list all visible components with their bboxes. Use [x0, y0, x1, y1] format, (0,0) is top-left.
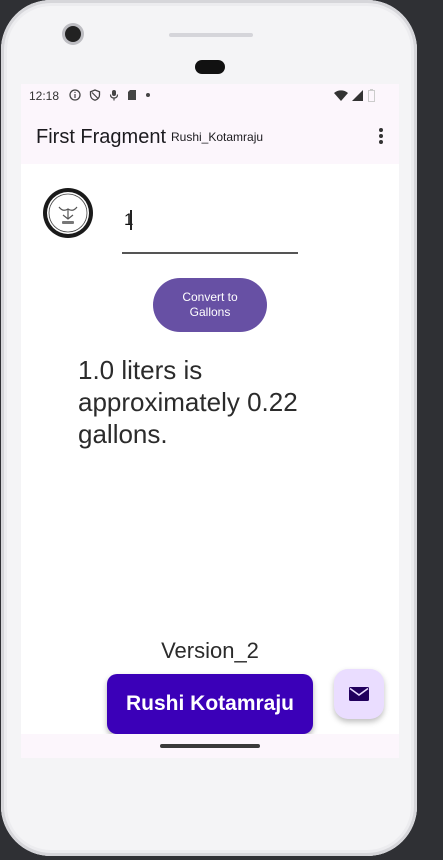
- status-time: 12:18: [29, 89, 60, 103]
- front-camera: [65, 26, 81, 42]
- app-screen: 12:18 First Fragment Rushi_Kotamraju 1 C…: [21, 84, 399, 758]
- conversion-result-text: 1.0 liters is approximately 0.22 gallons…: [78, 355, 298, 449]
- battery-icon: [368, 89, 375, 102]
- convert-to-gallons-button[interactable]: Convert to Gallons: [153, 278, 267, 332]
- more-vert-icon[interactable]: [377, 126, 385, 146]
- sd-card-icon: [128, 90, 136, 100]
- app-bar-title: First Fragment: [36, 126, 167, 148]
- earpiece: [195, 60, 225, 74]
- emblem-logo: [42, 187, 94, 239]
- top-speaker-grille: [169, 33, 253, 37]
- mail-fab-button[interactable]: [334, 669, 384, 719]
- wifi-icon: [334, 89, 348, 101]
- app-bar-subtitle: Rushi_Kotamraju: [171, 130, 264, 144]
- dot-icon: [146, 93, 150, 97]
- version-label: Version_2: [161, 638, 259, 663]
- liters-input-field[interactable]: [122, 202, 298, 254]
- signal-icon: [352, 89, 363, 101]
- mic-icon: [109, 90, 119, 101]
- mail-icon: [349, 687, 369, 701]
- convert-button-label: Convert to Gallons: [182, 290, 238, 319]
- info-icon: [69, 89, 81, 101]
- device-frame: 12:18 First Fragment Rushi_Kotamraju 1 C…: [1, 0, 417, 856]
- home-gesture-handle[interactable]: [160, 744, 260, 748]
- status-bar: 12:18: [21, 84, 399, 108]
- app-bar: First Fragment Rushi_Kotamraju: [21, 108, 399, 164]
- text-caret: [130, 210, 132, 230]
- rushi-kotamraju-button[interactable]: Rushi Kotamraju: [107, 674, 313, 734]
- shield-icon: [89, 89, 101, 101]
- gesture-nav-bar: [21, 734, 399, 758]
- liters-input[interactable]: [122, 204, 296, 236]
